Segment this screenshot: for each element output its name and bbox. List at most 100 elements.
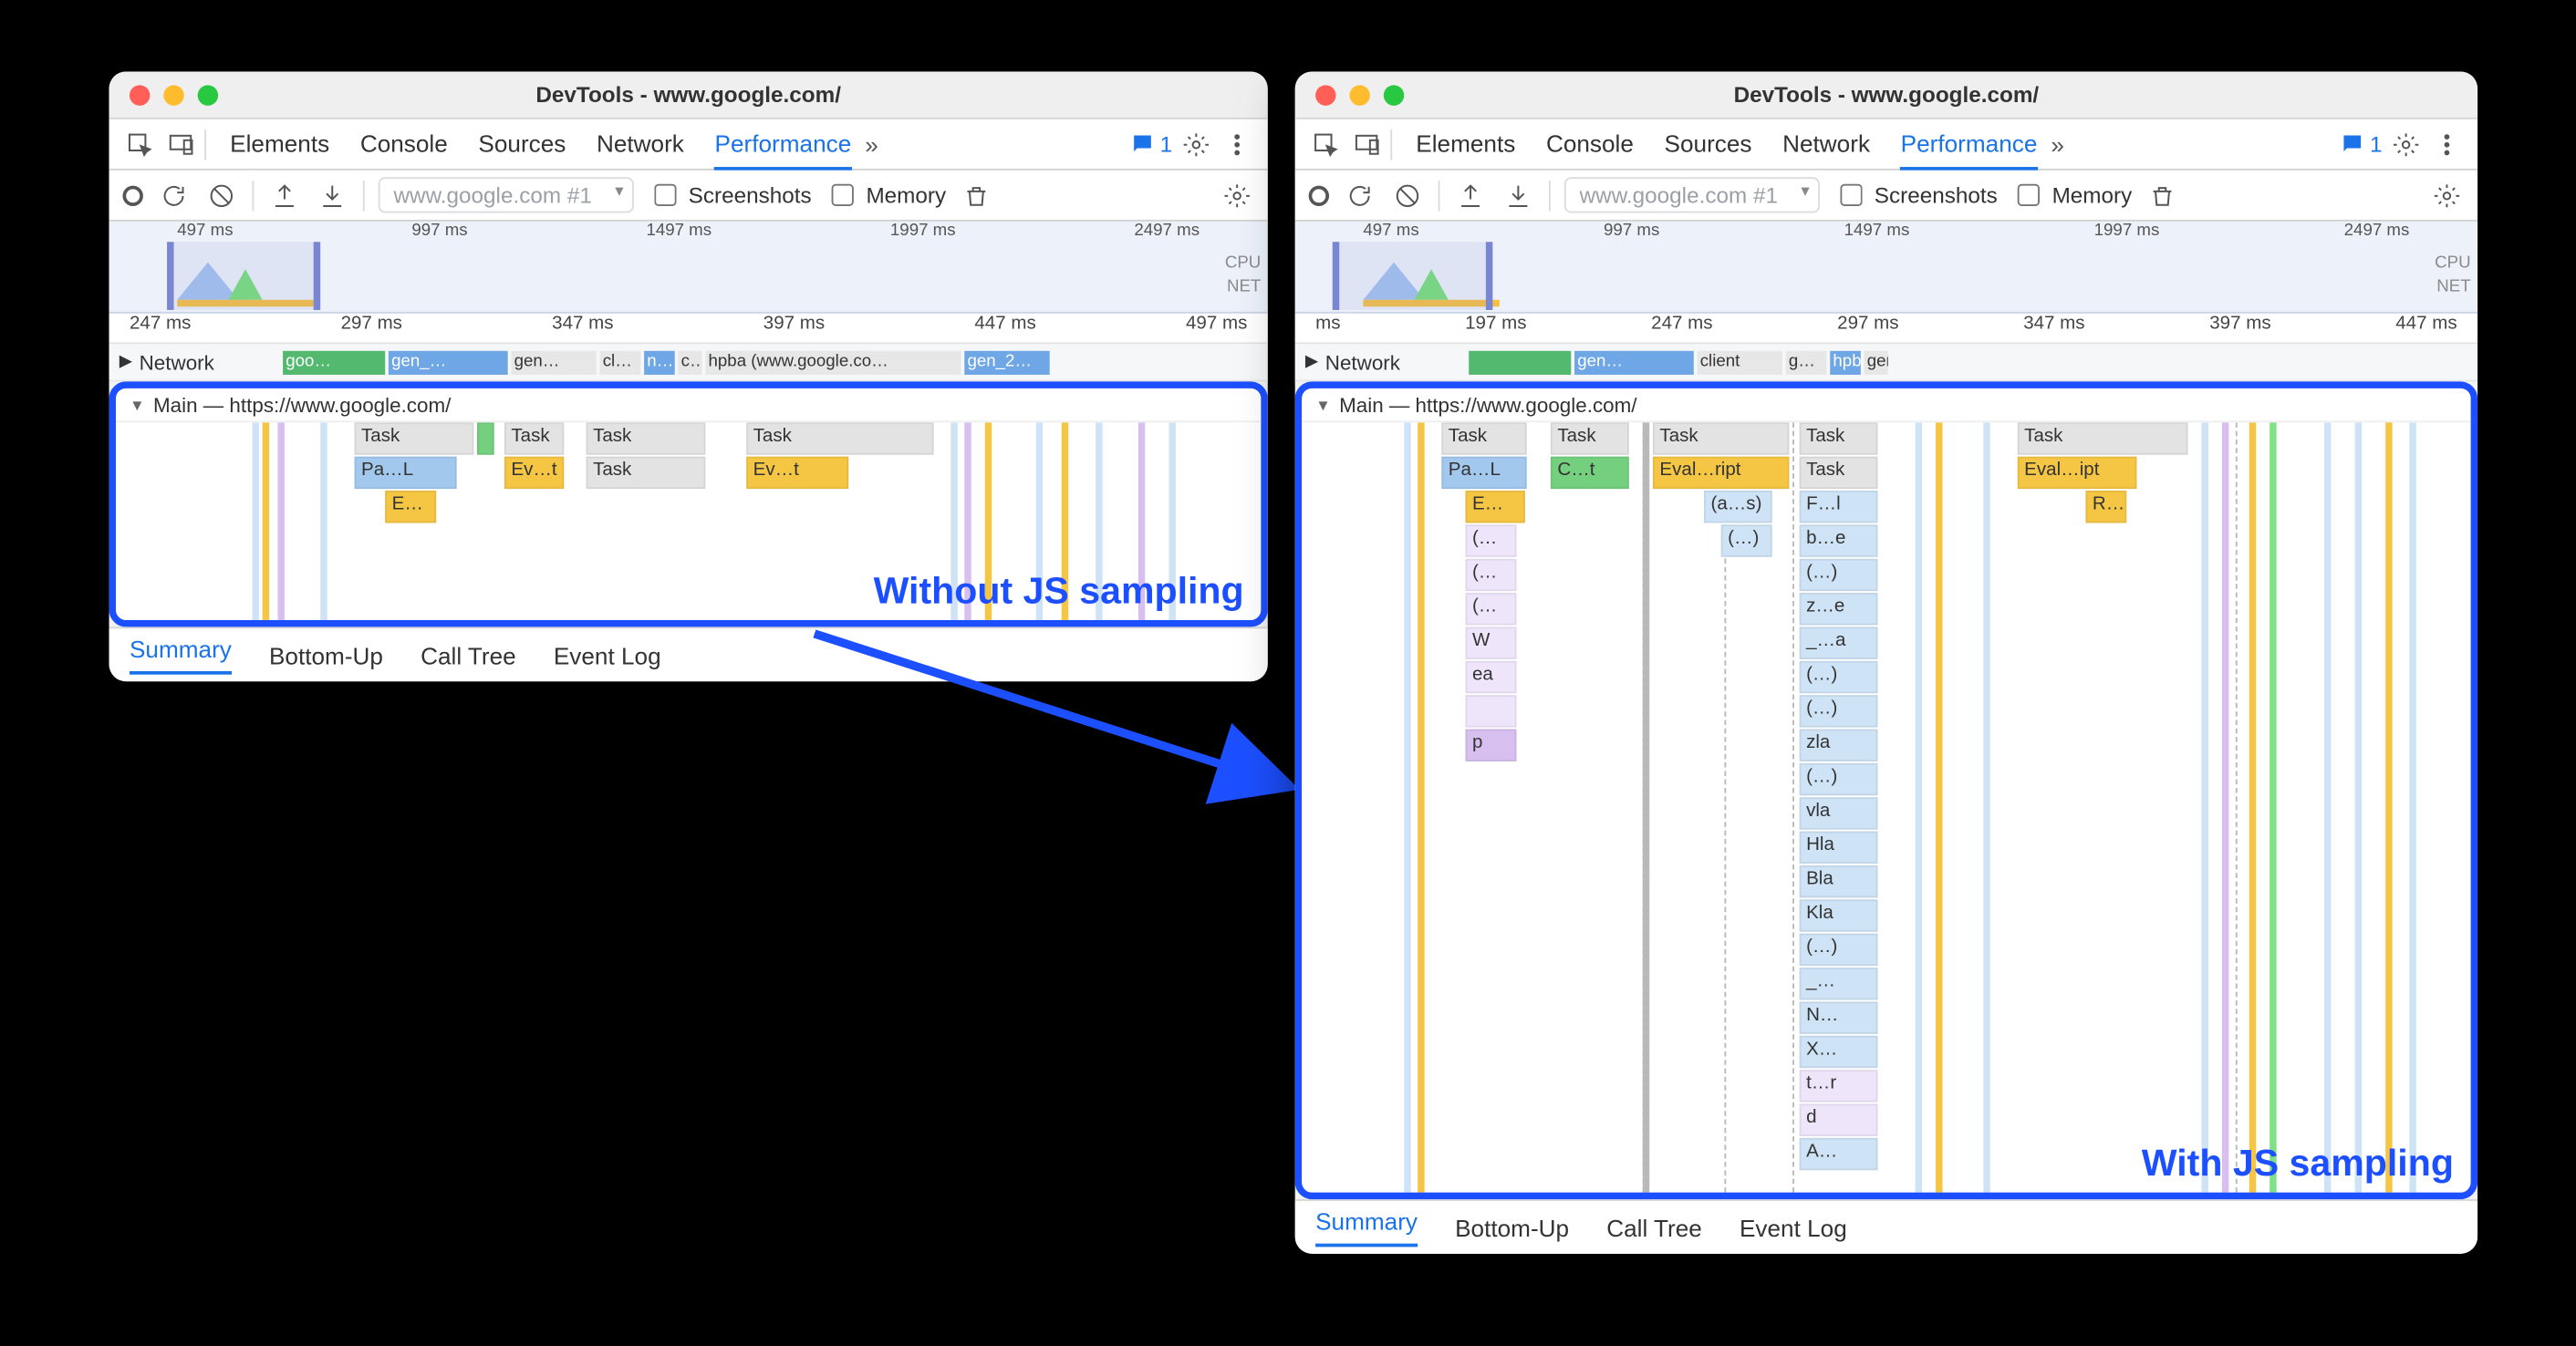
reload-icon[interactable]: [157, 178, 191, 212]
flame-frame[interactable]: C…t: [1551, 457, 1629, 489]
tab-console[interactable]: Console: [1546, 119, 1634, 170]
network-request[interactable]: g…: [1785, 350, 1826, 374]
reload-icon[interactable]: [1343, 178, 1376, 212]
flame-frame[interactable]: z…e: [1800, 593, 1878, 625]
flame-frame[interactable]: (…): [1800, 934, 1878, 966]
flame-frame[interactable]: Pa…L: [355, 457, 457, 489]
flame-frame[interactable]: vla: [1800, 797, 1878, 829]
tab-sources[interactable]: Sources: [1665, 119, 1752, 170]
flame-chart[interactable]: TaskPa…LE…(…(…(…WeapTaskC…tTaskEval…ript…: [1302, 422, 2470, 1192]
timeline-overview[interactable]: 497 ms 997 ms 1497 ms 1997 ms 2497 ms CP…: [1295, 222, 2477, 314]
flame-frame[interactable]: Hla: [1800, 832, 1878, 864]
recording-selector[interactable]: www.google.com #1: [1564, 177, 1820, 212]
flame-frame[interactable]: X…: [1800, 1036, 1878, 1068]
flame-frame[interactable]: [1465, 695, 1516, 727]
network-request[interactable]: goo…: [283, 350, 385, 374]
issues-badge[interactable]: 1: [1129, 131, 1172, 157]
flame-chart[interactable]: TaskPa…LE…TaskEv…tTaskTaskTaskEv…t: [116, 422, 1261, 620]
tab-performance[interactable]: Performance: [1901, 119, 2038, 170]
network-request[interactable]: cl…: [599, 350, 640, 374]
flame-frame[interactable]: zla: [1800, 730, 1878, 761]
flame-frame[interactable]: Ev…t: [746, 457, 848, 489]
tab-console[interactable]: Console: [360, 119, 448, 170]
timeline-overview[interactable]: 497 ms 997 ms 1497 ms 1997 ms 2497 ms CP…: [109, 222, 1268, 314]
tab-elements[interactable]: Elements: [1416, 119, 1515, 170]
record-icon[interactable]: [122, 185, 142, 205]
flame-frame[interactable]: W: [1465, 626, 1516, 658]
issues-badge[interactable]: 1: [2339, 131, 2382, 157]
network-request[interactable]: hpba (www.google.co…: [705, 350, 961, 374]
network-request[interactable]: gen…: [1574, 350, 1693, 374]
flame-frame[interactable]: Ev…t: [504, 457, 564, 489]
network-request[interactable]: gen…: [1864, 350, 1887, 374]
tab-call-tree[interactable]: Call Tree: [1606, 1214, 1702, 1241]
clear-icon[interactable]: [1390, 178, 1424, 212]
flame-frame[interactable]: Task: [355, 422, 474, 454]
capture-settings-icon[interactable]: [1220, 178, 1253, 212]
capture-settings-icon[interactable]: [2430, 178, 2464, 212]
download-icon[interactable]: [1501, 178, 1535, 212]
flame-frame[interactable]: (…): [1721, 524, 1772, 556]
device-icon[interactable]: [1349, 127, 1383, 160]
flame-frame[interactable]: Task: [1800, 457, 1878, 489]
flame-frame[interactable]: Eval…ipt: [2018, 457, 2137, 489]
flame-frame[interactable]: (…: [1465, 593, 1516, 625]
flame-frame[interactable]: (a…s): [1704, 491, 1772, 523]
network-request[interactable]: c…: [678, 350, 701, 374]
memory-checkbox[interactable]: Memory: [2011, 179, 2133, 211]
tabs-overflow-icon[interactable]: »: [2044, 130, 2072, 158]
kebab-icon[interactable]: [1220, 127, 1253, 160]
memory-checkbox[interactable]: Memory: [826, 179, 947, 211]
tab-performance[interactable]: Performance: [715, 119, 852, 170]
flame-frame[interactable]: F…l: [1800, 491, 1878, 523]
flame-frame[interactable]: Task: [587, 422, 706, 454]
flame-frame[interactable]: (…: [1465, 559, 1516, 591]
flame-frame[interactable]: Task: [1551, 422, 1629, 454]
screenshots-checkbox[interactable]: Screenshots: [648, 179, 812, 211]
flame-frame[interactable]: b…e: [1800, 524, 1878, 556]
tab-event-log[interactable]: Event Log: [554, 641, 661, 668]
flame-frame[interactable]: (…): [1800, 763, 1878, 795]
clear-icon[interactable]: [204, 178, 238, 212]
flame-frame[interactable]: Task: [746, 422, 933, 454]
download-icon[interactable]: [316, 178, 349, 212]
overview-window-handle[interactable]: [1333, 242, 1493, 310]
flame-frame[interactable]: [477, 422, 494, 454]
flame-frame[interactable]: Kla: [1800, 899, 1878, 931]
tab-event-log[interactable]: Event Log: [1740, 1214, 1847, 1241]
tab-summary[interactable]: Summary: [130, 636, 232, 675]
network-request[interactable]: gen_2…: [964, 350, 1049, 374]
flame-frame[interactable]: Task: [1441, 422, 1526, 454]
network-track[interactable]: ▶ Network gen…clientg…hpba (www…gen…: [1295, 344, 2477, 381]
network-request[interactable]: [1469, 350, 1571, 374]
network-request[interactable]: client: [1697, 350, 1781, 374]
tabs-overflow-icon[interactable]: »: [858, 130, 886, 158]
kebab-icon[interactable]: [2430, 127, 2464, 160]
flame-frame[interactable]: Task: [504, 422, 564, 454]
flame-frame[interactable]: Task: [2018, 422, 2188, 454]
upload-icon[interactable]: [267, 178, 301, 212]
flame-frame[interactable]: d: [1800, 1103, 1878, 1135]
flame-frame[interactable]: p: [1465, 730, 1516, 761]
tab-summary[interactable]: Summary: [1315, 1207, 1418, 1247]
flame-frame[interactable]: Eval…ript: [1653, 457, 1789, 489]
flame-frame[interactable]: _…: [1800, 968, 1878, 999]
flame-frame[interactable]: R…: [2085, 491, 2126, 523]
network-request[interactable]: gen_…: [388, 350, 507, 374]
gear-icon[interactable]: [1179, 127, 1213, 160]
flame-frame[interactable]: (…: [1465, 524, 1516, 556]
tab-network[interactable]: Network: [1782, 119, 1870, 170]
tab-elements[interactable]: Elements: [230, 119, 329, 170]
network-track[interactable]: ▶ Network goo…gen_…gen…cl…n…c…hpba (www.…: [109, 344, 1268, 381]
flame-frame[interactable]: E…: [1465, 491, 1524, 523]
network-request[interactable]: gen…: [511, 350, 596, 374]
flame-frame[interactable]: N…: [1800, 1001, 1878, 1033]
tab-call-tree[interactable]: Call Tree: [421, 641, 516, 668]
upload-icon[interactable]: [1453, 178, 1487, 212]
gc-icon[interactable]: [960, 178, 993, 212]
network-request[interactable]: n…: [644, 350, 675, 374]
gc-icon[interactable]: [2145, 178, 2179, 212]
flame-frame[interactable]: Pa…L: [1441, 457, 1526, 489]
flame-frame[interactable]: Task: [1653, 422, 1789, 454]
network-request[interactable]: hpba (www…: [1830, 350, 1861, 374]
